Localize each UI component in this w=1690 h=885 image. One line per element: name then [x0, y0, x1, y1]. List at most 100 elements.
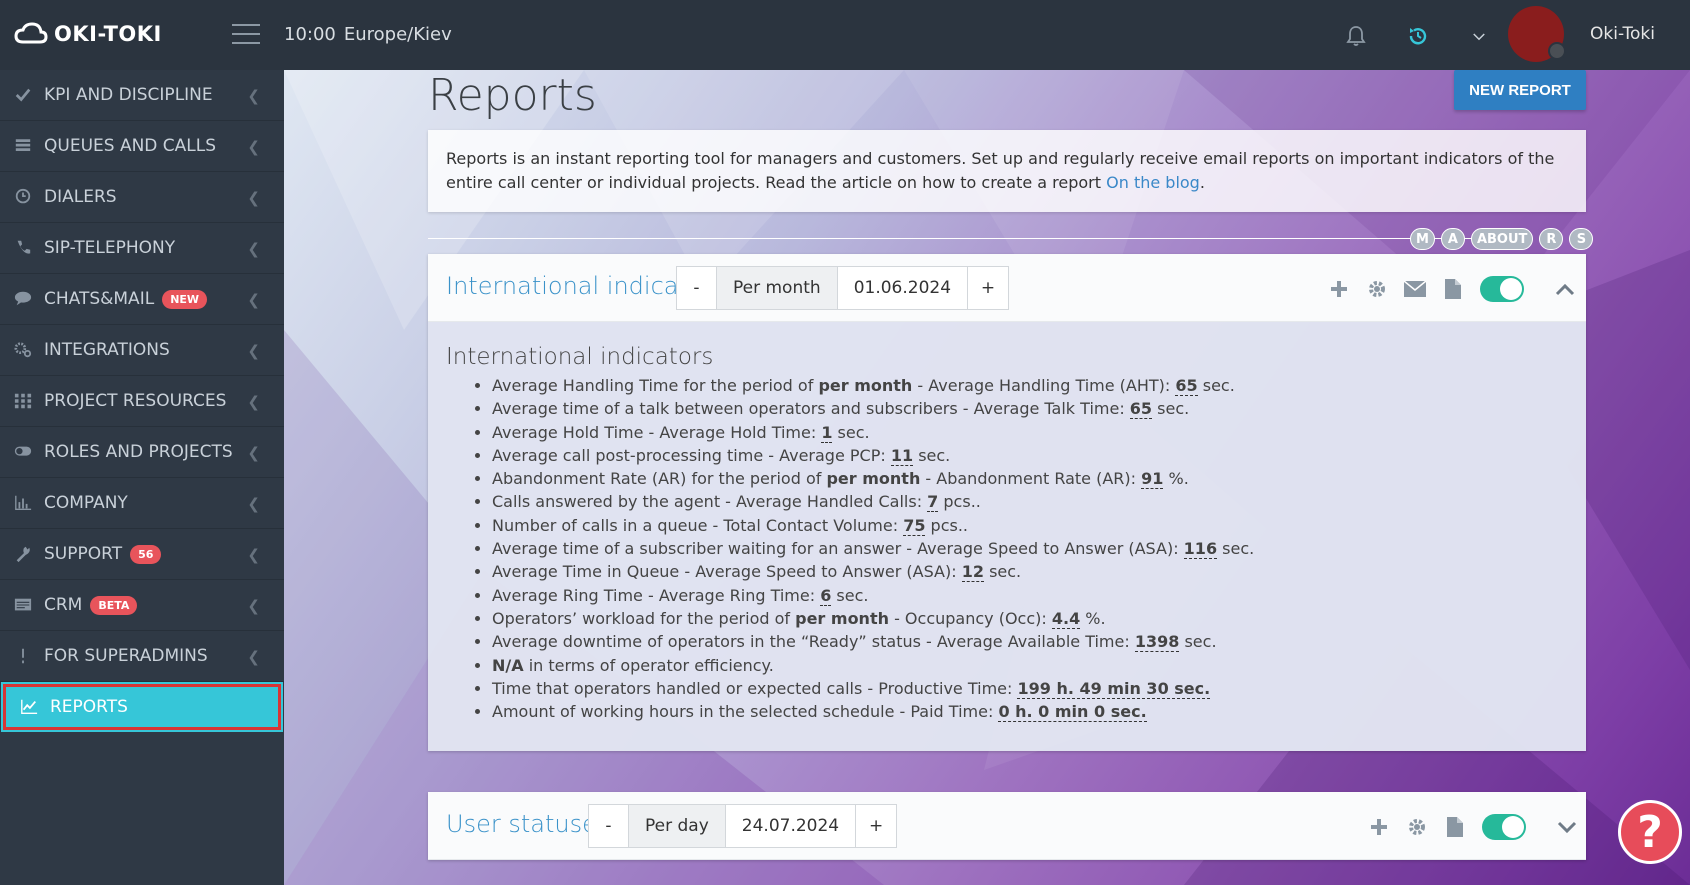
indicator-text: Average time of a subscriber waiting for… — [492, 539, 1184, 559]
sidebar-item-label: SUPPORT — [44, 544, 123, 564]
plus-icon[interactable] — [1328, 278, 1350, 300]
indicator-value[interactable]: 6 — [820, 585, 832, 606]
chat-icon — [12, 290, 34, 308]
indicator-value[interactable]: 199 h. 49 min 30 sec. — [1017, 678, 1211, 699]
sidebar-item-label: SIP-TELEPHONY — [44, 238, 176, 258]
help-button[interactable]: ? — [1618, 800, 1682, 864]
username[interactable]: Oki-Toki — [1590, 24, 1655, 44]
sidebar-item-label: INTEGRATIONS — [44, 340, 170, 360]
indicator-value[interactable]: 7 — [927, 492, 939, 513]
chevron-left-icon: ❮ — [247, 597, 260, 615]
period-label[interactable]: Per month — [717, 267, 838, 309]
tag-pill-about[interactable]: ABOUT — [1470, 228, 1534, 250]
indicator-item: Average Hold Time - Average Hold Time: 1… — [492, 421, 1568, 444]
plus-icon[interactable] — [1368, 816, 1390, 838]
info-text: Reports is an instant reporting tool for… — [446, 149, 1555, 192]
tag-pill-r[interactable]: R — [1539, 228, 1564, 250]
indicator-value[interactable]: 1398 — [1134, 632, 1180, 653]
period-prev-button[interactable]: - — [589, 805, 629, 847]
indicator-value[interactable]: 65 — [1129, 399, 1153, 420]
menu-toggle-icon[interactable] — [232, 24, 260, 46]
time-zone-display: 10:00 Europe/Kiev — [284, 24, 460, 45]
indicator-unit: sec. — [983, 562, 1022, 582]
period-label[interactable]: Per day — [629, 805, 726, 847]
sidebar-item-crm[interactable]: CRM BETA ❮ — [0, 580, 284, 631]
indicator-value[interactable]: 116 — [1183, 539, 1218, 560]
sidebar-item-queues-and-calls[interactable]: QUEUES AND CALLS ❮ — [0, 121, 284, 172]
indicator-item: Average time of a talk between operators… — [492, 397, 1568, 420]
tag-pill-a[interactable]: A — [1440, 228, 1465, 250]
top-bar: OKI-TOKI 10:00 Europe/Kiev Oki-Toki — [0, 0, 1690, 70]
sidebar-item-kpi-and-discipline[interactable]: KPI AND DISCIPLINE ❮ — [0, 70, 284, 121]
sidebar-item-roles-and-projects[interactable]: ROLES AND PROJECTS ❮ — [0, 427, 284, 478]
refresh-history-icon[interactable] — [1406, 24, 1430, 48]
sidebar-item-dialers[interactable]: DIALERS ❮ — [0, 172, 284, 223]
avatar[interactable] — [1508, 6, 1566, 62]
report-enabled-toggle[interactable] — [1482, 814, 1526, 840]
sidebar: KPI AND DISCIPLINE ❮ QUEUES AND CALLS ❮ DIAL… — [0, 70, 284, 885]
bell-icon[interactable] — [1344, 24, 1368, 48]
card-actions — [1328, 276, 1576, 302]
period-next-button[interactable]: + — [968, 267, 1008, 309]
indicator-value[interactable]: 75 — [903, 515, 926, 536]
indicator-value[interactable]: 1 — [821, 422, 833, 443]
indicator-value[interactable]: 4.4 — [1051, 608, 1081, 629]
indicator-value[interactable]: 91 — [1141, 469, 1164, 490]
chevron-down-icon[interactable] — [1470, 28, 1494, 52]
document-icon[interactable] — [1444, 816, 1466, 838]
status-dot — [1548, 42, 1566, 60]
period-date[interactable]: 01.06.2024 — [838, 267, 969, 309]
report-enabled-toggle[interactable] — [1480, 276, 1524, 302]
indicator-item: Average downtime of operators in the “Re… — [492, 630, 1568, 653]
sidebar-item-chats-mail[interactable]: CHATS&MAIL NEW ❮ — [0, 274, 284, 325]
indicator-metric: - Average Handling Time (AHT): — [912, 376, 1176, 395]
sidebar-item-label: CHATS&MAIL — [44, 289, 155, 309]
sidebar-item-sip-telephony[interactable]: SIP-TELEPHONY ❮ — [0, 223, 284, 274]
chevron-down-icon[interactable] — [1556, 816, 1578, 838]
chevron-left-icon: ❮ — [247, 138, 260, 156]
sidebar-item-integrations[interactable]: INTEGRATIONS ❮ — [0, 325, 284, 376]
indicator-unit: %. — [1163, 469, 1189, 489]
report-title[interactable]: User statuses — [446, 810, 609, 838]
period-next-button[interactable]: + — [856, 805, 896, 847]
blog-link[interactable]: On the blog — [1106, 173, 1200, 192]
sidebar-item-label: QUEUES AND CALLS — [44, 136, 217, 156]
sidebar-item-label: COMPANY — [44, 493, 128, 513]
tag-pill-s[interactable]: S — [1569, 228, 1594, 250]
gear-icon[interactable] — [1366, 278, 1388, 300]
gear-icon[interactable] — [1406, 816, 1428, 838]
sidebar-item-project-resources[interactable]: PROJECT RESOURCES ❮ — [0, 376, 284, 427]
report-body-title: International indicators — [446, 344, 714, 370]
indicator-value[interactable]: 0 h. 0 min 0 sec. — [998, 702, 1147, 723]
indicator-text: Average Hold Time - Average Hold Time: — [492, 422, 822, 442]
indicator-value[interactable]: 11 — [890, 445, 914, 466]
chevron-left-icon: ❮ — [247, 342, 260, 360]
current-time: 10:00 — [284, 24, 336, 45]
sidebar-item-label: FOR SUPERADMINS — [44, 646, 208, 666]
sidebar-item-label: REPORTS — [50, 697, 128, 717]
chevron-left-icon: ❮ — [247, 240, 260, 258]
logo[interactable]: OKI-TOKI — [14, 20, 162, 48]
indicator-value[interactable]: 65 — [1175, 376, 1198, 396]
document-icon[interactable] — [1442, 278, 1464, 300]
info-end: . — [1199, 173, 1205, 192]
indicator-item: Average call post-processing time - Aver… — [492, 444, 1568, 467]
indicator-item: Operators’ workload for the period of pe… — [492, 607, 1568, 630]
period-prev-button[interactable]: - — [677, 267, 717, 309]
period-date[interactable]: 24.07.2024 — [726, 805, 857, 847]
sidebar-item-reports[interactable]: REPORTS — [1, 682, 283, 732]
sidebar-item-company[interactable]: COMPANY ❮ — [0, 478, 284, 529]
indicator-value[interactable]: 12 — [961, 562, 984, 583]
sidebar-item-support[interactable]: SUPPORT 56 ❮ — [0, 529, 284, 580]
tag-pill-m[interactable]: M — [1410, 228, 1435, 250]
chevron-up-icon[interactable] — [1554, 278, 1576, 300]
new-report-button[interactable]: NEW REPORT — [1454, 70, 1586, 110]
card-actions — [1368, 814, 1578, 840]
sidebar-item-label: CRM — [44, 595, 83, 615]
chevron-left-icon: ❮ — [247, 495, 260, 513]
email-icon[interactable] — [1404, 278, 1426, 300]
indicator-unit: sec. — [1152, 399, 1190, 419]
sidebar-item-for-superadmins[interactable]: FOR SUPERADMINS ❮ — [0, 631, 284, 682]
indicator-list: Average Handling Time for the period of … — [446, 374, 1568, 723]
line-chart-icon — [18, 698, 40, 716]
